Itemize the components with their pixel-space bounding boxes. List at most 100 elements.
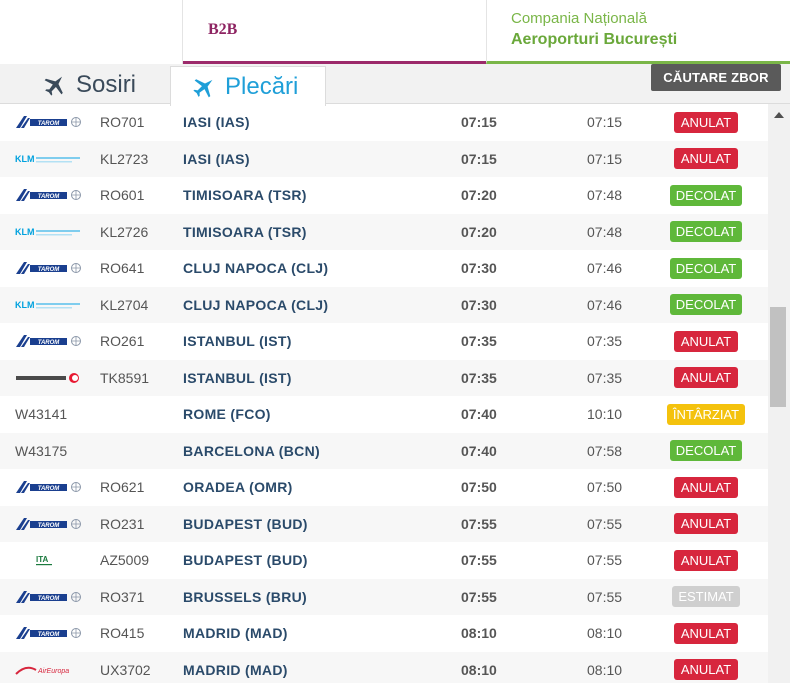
table-row[interactable]: TAROM RO621 ORADEA (OMR) 07:50 07:50 ANULAT [0,469,768,506]
scheduled-time: 07:50 [461,479,497,496]
status-badge: ANULAT [674,622,738,644]
company-name-line2: Aeroporturi București [511,31,678,48]
scheduled-time: 07:30 [461,260,497,277]
status-cell: ANULAT [663,141,749,178]
table-row[interactable]: TK8591 ISTANBUL (IST) 07:35 07:35 ANULAT [0,359,768,396]
table-row[interactable]: AirEuropa UX3702 MADRID (MAD) 08:10 08:10 ANU… [0,651,768,683]
status-cell: DECOLAT [663,287,749,324]
status-badge: ANULAT [674,513,738,535]
table-row[interactable]: KLM KL2723 IASI (IAS) 07:15 07:15 ANULAT [0,140,768,178]
plane-takeoff-icon [191,75,217,99]
flight-number: RO641 [100,260,145,277]
estimated-time: 07:55 [587,588,623,605]
scheduled-time: 07:15 [461,150,497,167]
estimated-time: 08:10 [587,661,623,678]
status-badge: DECOLAT [669,221,743,243]
status-cell: ESTIMAT [663,579,749,616]
scroll-up-arrow-icon[interactable] [774,112,784,118]
status-cell: ÎNTÂRZIAT [663,396,749,433]
table-row[interactable]: W43175 BARCELONA (BCN) 07:40 07:58 DECOLAT [0,432,768,469]
destination: IASI (IAS) [183,150,250,167]
svg-text:TAROM: TAROM [38,523,61,529]
status-badge: ANULAT [674,659,738,681]
estimated-time: 07:50 [587,479,623,496]
flight-number: W43141 [15,406,68,423]
destination: ISTANBUL (IST) [183,369,292,386]
scheduled-time: 07:55 [461,552,497,569]
scrollbar[interactable] [768,104,790,683]
scheduled-time: 07:55 [461,515,497,532]
status-cell: DECOLAT [663,214,749,251]
table-row[interactable]: TAROM RO371 BRUSSELS (BRU) 07:55 07:55 ESTIMA… [0,578,768,616]
status-badge: ANULAT [674,549,738,571]
search-flight-button[interactable]: CĂUTARE ZBOR [651,64,781,91]
svg-text:TAROM: TAROM [38,194,61,200]
flight-number: RO261 [100,333,145,350]
flight-number: RO231 [100,515,145,532]
tab-departures-label: Plecări [225,72,299,100]
destination: TIMISOARA (TSR) [183,187,307,204]
destination: ORADEA (OMR) [183,479,293,496]
status-badge: ANULAT [674,476,738,498]
tarom-logo-icon: TAROM [14,104,86,141]
tarom-logo-icon: TAROM [14,615,86,652]
table-row[interactable]: TAROM RO261 ISTANBUL (IST) 07:35 07:35 ANULAT [0,323,768,360]
destination: TIMISOARA (TSR) [183,223,307,240]
svg-text:TAROM: TAROM [38,632,61,638]
departures-table: TAROM RO701 IASI (IAS) 07:15 07:15 ANULAT KLM K… [0,104,768,683]
table-row[interactable]: KLM KL2726 TIMISOARA (TSR) 07:20 07:48 DECOLA… [0,213,768,251]
tarom-logo-icon: TAROM [14,323,86,360]
tarom-logo-icon: TAROM [14,506,86,543]
destination: CLUJ NAPOCA (CLJ) [183,260,329,277]
scheduled-time: 07:35 [461,369,497,386]
estimated-time: 07:58 [587,442,623,459]
destination: BRUSSELS (BRU) [183,588,307,605]
status-cell: ANULAT [663,542,749,579]
status-badge: ANULAT [674,330,738,352]
destination: BARCELONA (BCN) [183,442,320,459]
status-cell: ANULAT [663,506,749,543]
estimated-time: 07:15 [587,150,623,167]
table-row[interactable]: TAROM RO601 TIMISOARA (TSR) 07:20 07:48 DECOL… [0,177,768,214]
estimated-time: 10:10 [587,406,623,423]
estimated-time: 07:35 [587,333,623,350]
table-row[interactable]: TAROM RO641 CLUJ NAPOCA (CLJ) 07:30 07:46 DEC… [0,250,768,287]
svg-text:TAROM: TAROM [38,340,61,346]
company-link[interactable]: Compania Națională Aeroporturi București [486,0,790,64]
svg-text:TAROM: TAROM [38,486,61,492]
table-row[interactable]: KLM KL2704 CLUJ NAPOCA (CLJ) 07:30 07:46 DECO… [0,286,768,324]
status-badge: DECOLAT [669,440,743,462]
table-row[interactable]: TAROM RO701 IASI (IAS) 07:15 07:15 ANULAT [0,104,768,141]
flight-number: W43175 [15,442,68,459]
status-badge: ANULAT [674,148,738,170]
table-row[interactable]: ITA AZ5009 BUDAPEST (BUD) 07:55 07:55 ANULAT [0,542,768,579]
scheduled-time: 07:55 [461,588,497,605]
svg-text:KLM: KLM [15,300,35,310]
svg-text:TAROM: TAROM [38,267,61,273]
estimated-time: 07:46 [587,260,623,277]
b2b-link[interactable]: B2B [183,0,486,64]
destination: MADRID (MAD) [183,661,288,678]
status-badge: ÎNTÂRZIAT [666,403,746,425]
top-header: B2B Compania Națională Aeroporturi Bucur… [0,0,790,64]
svg-text:AirEuropa: AirEuropa [37,668,69,675]
table-row[interactable]: W43141 ROME (FCO) 07:40 10:10 ÎNTÂRZIAT [0,396,768,433]
header-blank-area [0,0,183,64]
table-row[interactable]: TAROM RO415 MADRID (MAD) 08:10 08:10 ANULAT [0,615,768,652]
status-cell: ANULAT [663,469,749,506]
tab-arrivals-label: Sosiri [76,71,137,98]
destination: BUDAPEST (BUD) [183,552,308,569]
flight-number: KL2726 [100,223,149,240]
tab-arrivals[interactable]: Sosiri [42,66,168,104]
air-europa-logo-icon: AirEuropa [14,652,86,683]
status-badge: ANULAT [674,111,738,133]
table-row[interactable]: TAROM RO231 BUDAPEST (BUD) 07:55 07:55 ANULAT [0,505,768,543]
scheduled-time: 07:35 [461,333,497,350]
scrollbar-thumb[interactable] [770,307,786,407]
scheduled-time: 07:20 [461,223,497,240]
plane-landing-icon [42,73,68,97]
flight-number: RO415 [100,625,145,642]
estimated-time: 07:35 [587,369,623,386]
tab-departures[interactable]: Plecări [170,66,326,106]
flight-number: KL2704 [100,296,149,313]
